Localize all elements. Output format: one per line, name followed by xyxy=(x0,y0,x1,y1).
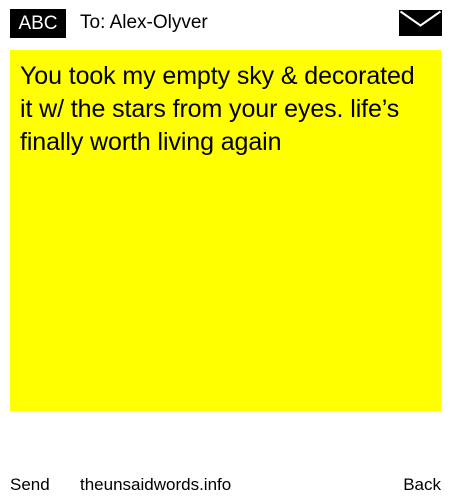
recipient-label: To: Alex-Olyver xyxy=(80,12,208,33)
back-button[interactable]: Back xyxy=(403,474,441,496)
screen: ABC To: Alex-Olyver You took my empty sk… xyxy=(0,0,450,500)
send-button[interactable]: Send xyxy=(10,474,50,496)
message-text: You took my empty sky & decorated it w/ … xyxy=(20,62,415,156)
message-card: You took my empty sky & decorated it w/ … xyxy=(10,50,441,411)
header-bar: ABC To: Alex-Olyver xyxy=(0,0,450,44)
envelope-icon[interactable] xyxy=(399,10,442,36)
abc-badge: ABC xyxy=(10,9,66,38)
site-link[interactable]: theunsaidwords.info xyxy=(80,474,231,496)
